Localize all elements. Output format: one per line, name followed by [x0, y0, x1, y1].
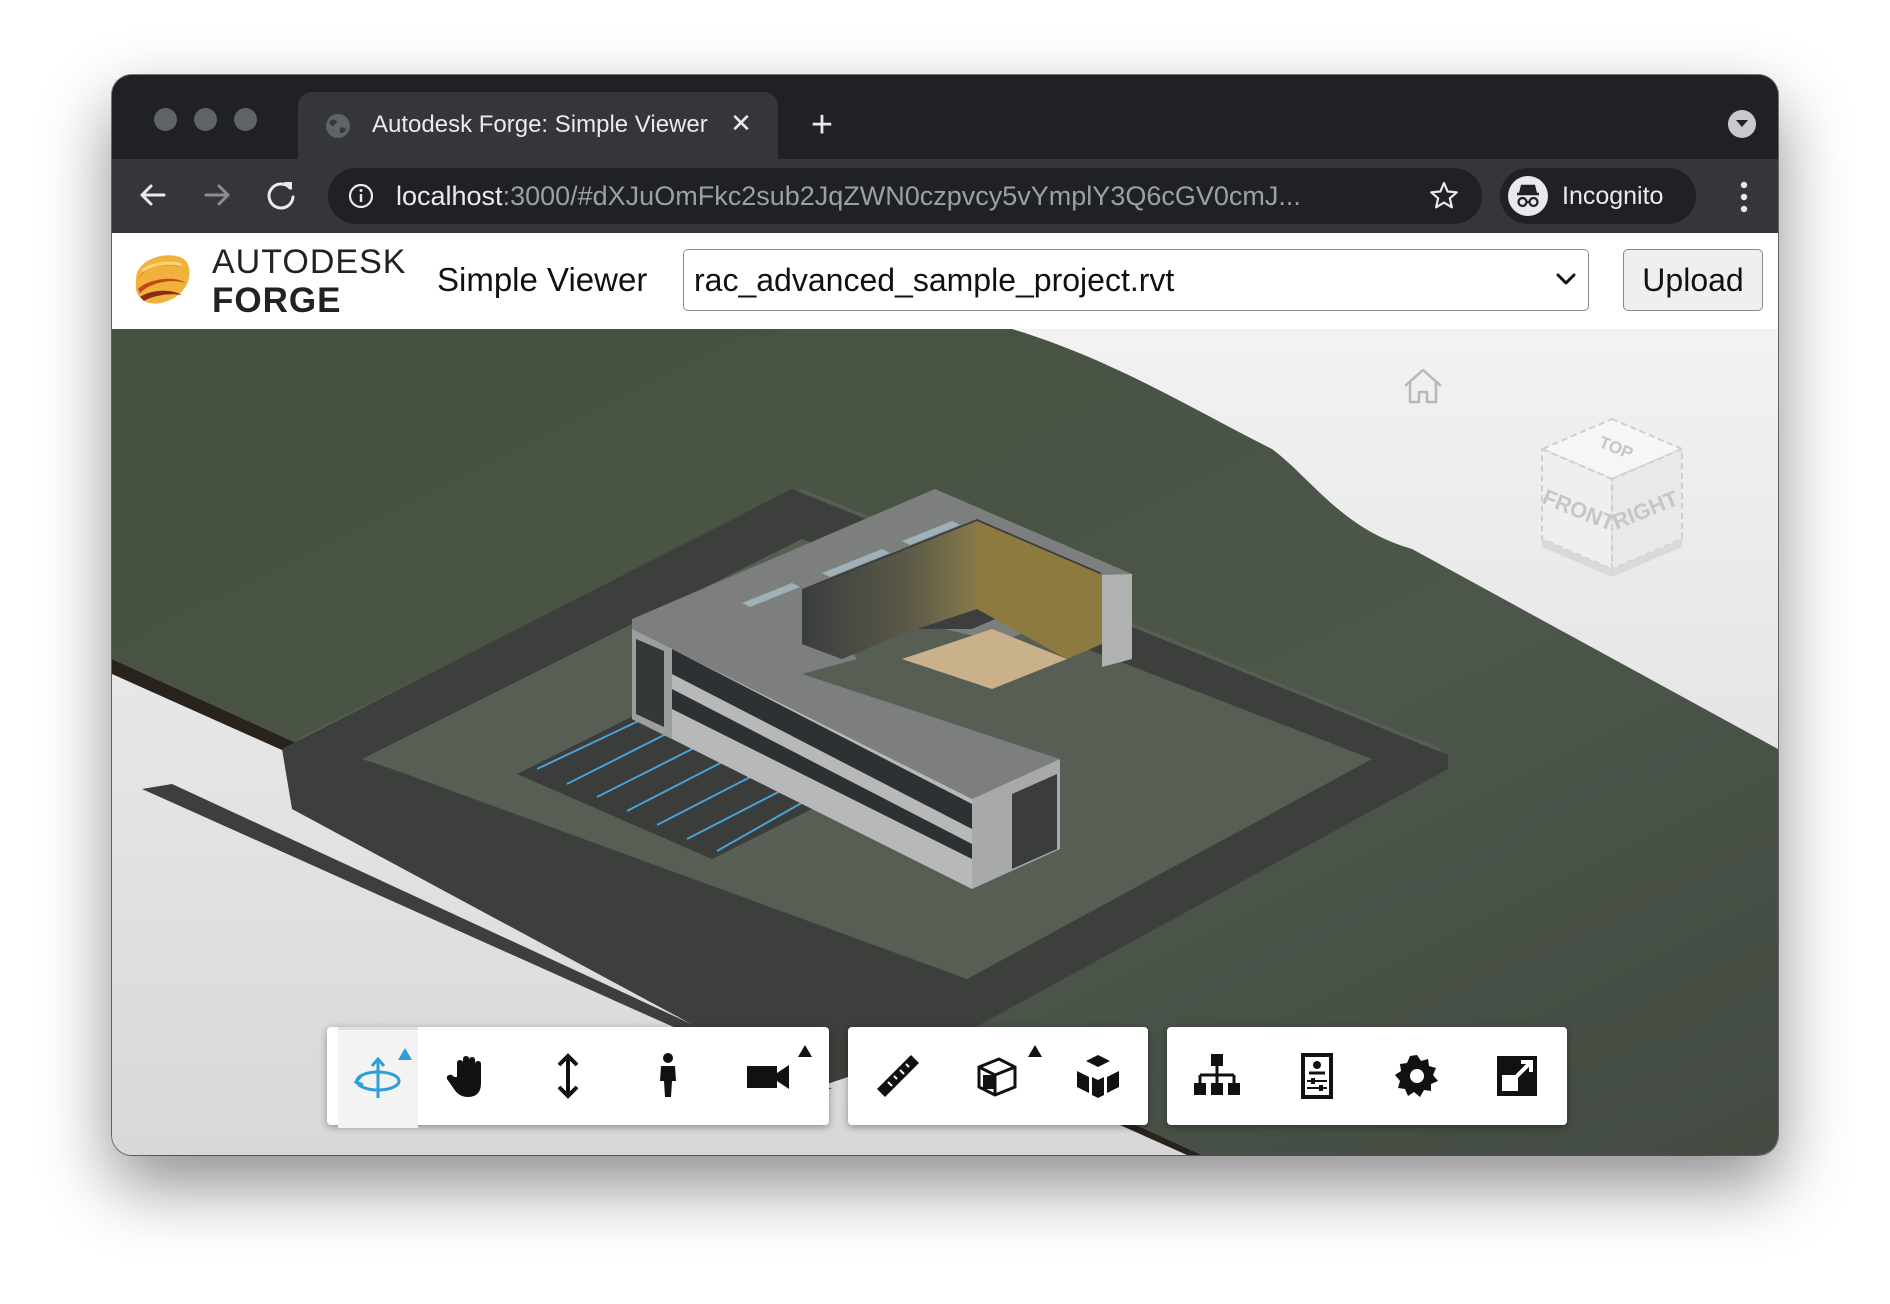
camera-tool-button[interactable]: [718, 1027, 818, 1125]
tab-strip: Autodesk Forge: Simple Viewer ✕ +: [112, 75, 1778, 159]
browser-toolbar: localhost:3000/#dXJuOmFkc2sub2JqZWN0czpv…: [112, 159, 1778, 233]
explode-icon: [1077, 1055, 1119, 1098]
orbit-icon: [353, 1056, 401, 1098]
incognito-icon: [1508, 176, 1548, 216]
toolbar-settings-group: [1167, 1027, 1567, 1125]
globe-icon: [326, 114, 350, 138]
flyout-indicator: [798, 1045, 812, 1057]
flyout-indicator: [1028, 1045, 1042, 1057]
orbit-tool-button[interactable]: [338, 1027, 418, 1128]
window-close-dot[interactable]: [154, 108, 177, 131]
fullscreen-button[interactable]: [1467, 1027, 1567, 1125]
properties-icon: [1301, 1053, 1333, 1099]
page-content: AUTODESK FORGE Simple Viewer rac_advance…: [112, 233, 1778, 1155]
upload-button[interactable]: Upload: [1623, 249, 1763, 311]
home-view-icon[interactable]: [1401, 366, 1445, 406]
url-text: localhost:3000/#dXJuOmFkc2sub2JqZWN0czpv…: [396, 181, 1301, 212]
toolbar-navigation-group: [327, 1027, 829, 1128]
model-browser-icon: [1194, 1054, 1240, 1095]
chevron-down-icon: [1556, 273, 1576, 285]
chevron-down-icon: [1736, 120, 1748, 127]
flyout-indicator: [398, 1048, 412, 1060]
incognito-profile-button[interactable]: Incognito: [1500, 168, 1696, 224]
url-host: localhost: [396, 181, 503, 211]
tab-close-button[interactable]: ✕: [726, 108, 756, 138]
building-facade-ne: [1102, 574, 1132, 667]
back-icon[interactable]: [130, 172, 176, 218]
settings-icon: [1395, 1055, 1438, 1097]
browser-menu-icon[interactable]: [1740, 181, 1748, 213]
forge-logo-icon: [135, 255, 190, 304]
section-tool-button[interactable]: [948, 1027, 1048, 1125]
measure-tool-button[interactable]: [848, 1027, 948, 1125]
tab-title: Autodesk Forge: Simple Viewer: [372, 111, 708, 138]
model-select[interactable]: rac_advanced_sample_project.rvt: [683, 249, 1589, 311]
browser-window: Autodesk Forge: Simple Viewer ✕ + localh…: [112, 75, 1778, 1155]
app-header: AUTODESK FORGE Simple Viewer rac_advance…: [112, 233, 1778, 330]
first-person-icon: [660, 1053, 676, 1097]
info-icon[interactable]: [348, 183, 374, 209]
section-icon: [977, 1057, 1017, 1097]
building-west-glazing: [636, 639, 664, 727]
camera-icon: [747, 1065, 789, 1089]
bookmark-star-icon[interactable]: [1428, 180, 1460, 212]
explode-tool-button[interactable]: [1048, 1027, 1148, 1125]
first-person-tool-button[interactable]: [618, 1027, 718, 1125]
pan-icon: [446, 1056, 481, 1097]
fullscreen-icon: [1497, 1056, 1537, 1096]
forward-icon[interactable]: [194, 172, 240, 218]
incognito-label: Incognito: [1562, 182, 1664, 210]
forge-viewer-canvas[interactable]: TOP FRONT RIGHT: [112, 329, 1778, 1155]
view-cube[interactable]: TOP FRONT RIGHT: [1532, 409, 1692, 589]
properties-button[interactable]: [1267, 1027, 1367, 1125]
pan-tool-button[interactable]: [418, 1027, 518, 1125]
logo-forge-text: FORGE: [212, 281, 342, 320]
reload-icon[interactable]: [258, 172, 304, 218]
zoom-tool-button[interactable]: [518, 1027, 618, 1125]
zoom-icon: [557, 1053, 579, 1099]
address-bar[interactable]: localhost:3000/#dXJuOmFkc2sub2JqZWN0czpv…: [328, 168, 1482, 224]
model-select-value: rac_advanced_sample_project.rvt: [694, 262, 1175, 298]
tab-active[interactable]: Autodesk Forge: Simple Viewer ✕: [298, 92, 778, 159]
toolbar-modeling-group: [848, 1027, 1148, 1125]
url-path: :3000/#dXJuOmFkc2sub2JqZWN0czpvcy5vYmplY…: [502, 181, 1301, 211]
model-browser-button[interactable]: [1167, 1027, 1267, 1125]
new-tab-button[interactable]: +: [802, 105, 842, 145]
logo-autodesk-text: AUTODESK: [212, 243, 407, 281]
page-title: Simple Viewer: [437, 261, 648, 298]
tab-search-button[interactable]: [1728, 110, 1756, 138]
window-zoom-dot[interactable]: [234, 108, 257, 131]
settings-button[interactable]: [1367, 1027, 1467, 1125]
window-minimize-dot[interactable]: [194, 108, 217, 131]
measure-icon: [877, 1055, 919, 1097]
